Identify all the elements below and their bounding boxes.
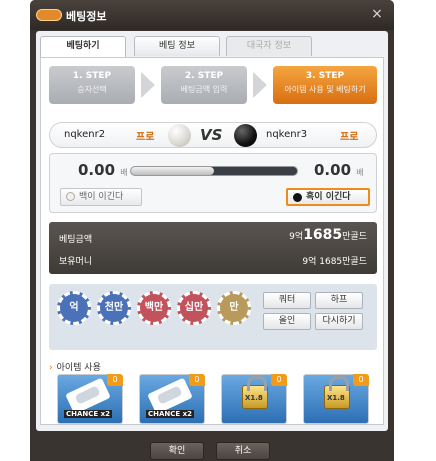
item-label: X1.8 — [327, 394, 345, 402]
white-player-name: nqkenr2 — [64, 129, 106, 140]
tab-bet-info[interactable]: 베팅 정보 — [134, 36, 220, 56]
step-1-desc: 승자선택 — [77, 85, 107, 94]
title-bar: 베팅정보 × — [30, 0, 394, 30]
chance-card-icon — [147, 377, 193, 415]
reset-button[interactable]: 다시하기 — [315, 313, 363, 330]
step-3-desc: 아이템 사용 및 베팅하기 — [284, 85, 366, 94]
item-slot[interactable]: CHANCE x2 0 — [139, 374, 205, 424]
black-bet-amount: 0.00 배 — [314, 161, 364, 179]
quarter-button[interactable]: 쿼터 — [263, 292, 311, 309]
step-arrow-icon — [253, 72, 267, 98]
chip-1m[interactable]: 백만 — [137, 291, 171, 325]
white-wins-label: 백이 이긴다 — [79, 192, 124, 202]
item-count-badge: 0 — [271, 374, 287, 386]
step-1-title: 1. STEP — [72, 71, 112, 81]
item-label: CHANCE x2 — [64, 410, 113, 418]
confirm-button[interactable]: 확인 — [150, 442, 204, 460]
betting-window: 베팅정보 × 베팅하기 베팅 정보 대국자 정보 1. STEP 승자선택 2.… — [30, 0, 394, 461]
window-title: 베팅정보 — [66, 10, 107, 23]
black-wins-button[interactable]: 흑이 이긴다 — [286, 188, 370, 206]
half-button[interactable]: 하프 — [315, 292, 363, 309]
cancel-button[interactable]: 취소 — [216, 442, 270, 460]
lock-icon: X1.8 — [242, 376, 268, 409]
chance-card-icon — [65, 377, 111, 415]
step-3-title: 3. STEP — [305, 71, 345, 81]
step-1: 1. STEP 승자선택 — [49, 66, 135, 104]
chip-100m[interactable]: 억 — [57, 291, 91, 325]
step-3: 3. STEP 아이템 사용 및 베팅하기 — [273, 66, 377, 104]
bet-amount-label: 베팅금액 — [59, 235, 93, 245]
section-arrow-icon: › — [49, 363, 53, 373]
item-count-badge: 0 — [107, 374, 123, 386]
players-bar: nqkenr2 프로 VS nqkenr3 프로 — [49, 122, 377, 148]
item-count-badge: 0 — [353, 374, 369, 386]
item-count-badge: 0 — [189, 374, 205, 386]
black-stone-icon — [293, 193, 302, 202]
all-in-button[interactable]: 올인 — [263, 313, 311, 330]
step-arrow-icon — [141, 72, 155, 98]
bottom-bar: 확인 취소 — [30, 432, 394, 461]
item-slot[interactable]: X1.8 0 — [303, 374, 369, 424]
item-list: CHANCE x2 0 CHANCE x2 0 X1.8 0 X1.8 0 — [49, 374, 377, 424]
black-player-rank: 프로 — [340, 132, 359, 143]
chip-100k[interactable]: 십만 — [177, 291, 211, 325]
black-wins-label: 흑이 이긴다 — [306, 192, 351, 202]
items-section-title: › 아이템 사용 — [49, 363, 101, 373]
chip-10k[interactable]: 만 — [217, 291, 251, 325]
bet-ratio-box: 0.00 배 0.00 배 백이 이긴다 흑이 이긴다 — [49, 153, 377, 213]
bet-controls: 억 천만 백만 십만 만 쿼터 하프 올인 다시하기 — [49, 284, 377, 350]
step-indicator: 1. STEP 승자선택 2. STEP 베팅금액 입력 3. STEP 아이템… — [49, 66, 377, 104]
money-label: 보유머니 — [59, 257, 93, 267]
betting-pane: 1. STEP 승자선택 2. STEP 베팅금액 입력 3. STEP 아이템… — [40, 57, 384, 425]
white-stone-icon — [168, 124, 191, 147]
bet-summary: 베팅금액 9억1685만골드 보유머니 9억 1685만골드 — [49, 222, 377, 274]
step-2-desc: 베팅금액 입력 — [180, 85, 228, 94]
white-wins-button[interactable]: 백이 이긴다 — [60, 188, 142, 206]
item-slot[interactable]: CHANCE x2 0 — [57, 374, 123, 424]
step-2-title: 2. STEP — [184, 71, 224, 81]
step-2: 2. STEP 베팅금액 입력 — [161, 66, 247, 104]
money-value: 9억 1685만골드 — [302, 257, 367, 267]
close-icon[interactable]: × — [368, 5, 386, 23]
content-area: 베팅하기 베팅 정보 대국자 정보 1. STEP 승자선택 2. STEP 베… — [36, 31, 388, 431]
item-slot[interactable]: X1.8 0 — [221, 374, 287, 424]
item-label: CHANCE x2 — [146, 410, 195, 418]
chip-10m[interactable]: 천만 — [97, 291, 131, 325]
white-stone-icon — [66, 192, 75, 201]
black-stone-icon — [234, 124, 257, 147]
bet-ratio-fill — [131, 167, 214, 175]
bet-amount-value: 9억1685만골드 — [289, 227, 367, 243]
lock-icon: X1.8 — [324, 376, 350, 409]
vs-label: VS — [200, 126, 223, 144]
tab-player-info[interactable]: 대국자 정보 — [226, 36, 312, 56]
tab-betting[interactable]: 베팅하기 — [40, 36, 126, 58]
white-bet-amount: 0.00 배 — [78, 161, 128, 179]
white-player-rank: 프로 — [136, 132, 155, 143]
bet-ratio-gauge — [130, 166, 298, 176]
game-logo-icon — [36, 9, 62, 21]
black-player-name: nqkenr3 — [266, 129, 308, 140]
item-label: X1.8 — [245, 394, 263, 402]
